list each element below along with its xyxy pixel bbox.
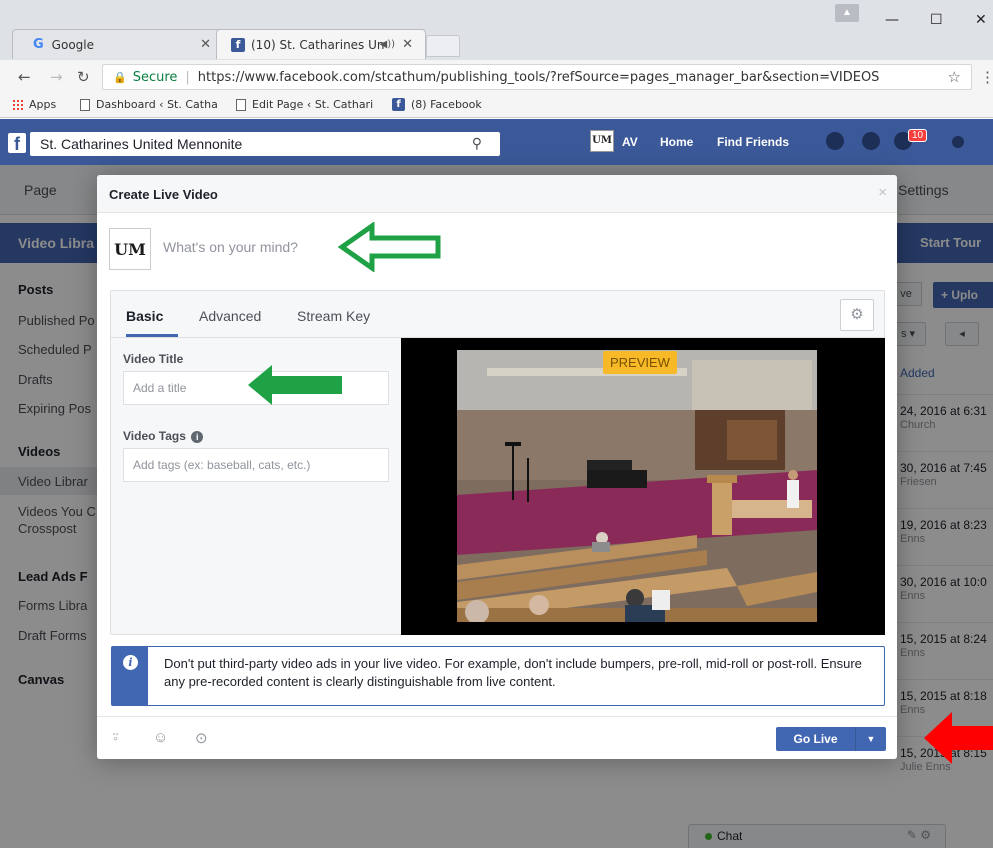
video-tags-label: Video Tags i: [123, 429, 204, 443]
arrow-shape: [338, 222, 441, 272]
dialog-title: Create Live Video: [109, 187, 218, 202]
bookmark-dashboard[interactable]: Dashboard ‹ St. Catha: [80, 98, 218, 111]
page-icon: [236, 98, 246, 111]
close-icon[interactable]: ✕: [402, 37, 413, 52]
bookmark-label: Apps: [29, 98, 57, 111]
avatar-text: UM: [114, 239, 146, 259]
new-tab-button[interactable]: [426, 35, 460, 57]
close-icon[interactable]: ✕: [200, 37, 211, 52]
bookmarks-bar: Apps Dashboard ‹ St. Catha Edit Page ‹ S…: [0, 94, 993, 118]
nav-home[interactable]: Home: [660, 135, 693, 149]
info-icon[interactable]: i: [191, 430, 204, 443]
video-title-label: Video Title: [123, 352, 184, 366]
forward-arrow-icon[interactable]: →: [50, 68, 63, 86]
secure-label: Secure: [132, 69, 178, 85]
nav-find-friends[interactable]: Find Friends: [717, 135, 789, 149]
bookmark-apps[interactable]: Apps: [12, 98, 56, 111]
tab-google[interactable]: G Google ✕: [12, 29, 224, 59]
feeling-smiley-icon[interactable]: ☺: [153, 729, 168, 746]
tab-label: Google: [51, 37, 94, 52]
live-preview: PREVIEW: [401, 338, 885, 635]
video-tags-label-text: Video Tags: [123, 429, 186, 443]
bookmark-label: Dashboard ‹ St. Catha: [96, 98, 218, 111]
facebook-f-icon: f: [392, 98, 405, 111]
nav-profile[interactable]: AV: [622, 135, 638, 149]
green-arrow-annotation-composer: [338, 222, 441, 272]
user-profile-icon[interactable]: ▲: [835, 4, 859, 22]
google-g-icon: G: [33, 37, 44, 52]
messages-icon[interactable]: [862, 132, 880, 150]
red-arrow-annotation-go-live: [924, 712, 993, 764]
bookmark-label: (8) Facebook: [411, 98, 482, 111]
address-bar[interactable]: 🔒 Secure | https://www.facebook.com/stca…: [102, 64, 972, 90]
menu-icon[interactable]: ⋮: [980, 68, 993, 86]
tab-stream-key[interactable]: Stream Key: [297, 308, 370, 324]
live-video-settings-panel: Basic Advanced Stream Key ⚙ Video Title …: [110, 290, 885, 635]
bookmark-star-icon[interactable]: ☆: [948, 68, 961, 86]
facebook-top-bar: f St. Catharines United Mennonite ⚲ UM A…: [0, 119, 993, 165]
facebook-logo-icon[interactable]: f: [8, 133, 26, 154]
status-composer-input[interactable]: What's on your mind?: [163, 239, 298, 255]
tab-label: (10) St. Catharines Un: [251, 37, 385, 52]
tab-basic[interactable]: Basic: [126, 308, 163, 324]
dialog-header: Create Live Video ×: [97, 175, 897, 213]
browser-tab-strip: G Google ✕ f (10) St. Catharines Un ◀)) …: [0, 0, 993, 60]
page-avatar: UM: [109, 228, 151, 270]
go-live-label[interactable]: Go Live: [776, 727, 856, 751]
back-arrow-icon[interactable]: ←: [18, 68, 31, 86]
active-tab-indicator: [126, 334, 178, 337]
bookmark-edit-page[interactable]: Edit Page ‹ St. Cathari: [236, 98, 373, 111]
dialog-footer: ⍤ ☺ ⊙ Go Live ▼: [97, 716, 897, 759]
search-input[interactable]: St. Catharines United Mennonite ⚲: [30, 132, 500, 156]
notice-accent: i: [112, 647, 148, 705]
video-tags-input[interactable]: [123, 448, 389, 482]
notice-text: Don't put third-party video ads in your …: [164, 656, 862, 689]
browser-toolbar: ← → ↻ 🔒 Secure | https://www.facebook.co…: [0, 60, 993, 94]
create-live-video-dialog: Create Live Video × UM What's on your mi…: [97, 175, 897, 759]
friends-icon[interactable]: [826, 132, 844, 150]
gear-icon[interactable]: ⚙: [840, 299, 874, 331]
apps-grid-icon: [12, 98, 24, 111]
tab-facebook[interactable]: f (10) St. Catharines Un ◀)) ✕: [216, 29, 426, 59]
maximize-icon[interactable]: ☐: [930, 12, 943, 28]
url-text: https://www.facebook.com/stcathum/publis…: [197, 69, 880, 85]
bookmark-facebook[interactable]: f (8) Facebook: [392, 98, 482, 111]
church-video-feed: [457, 350, 817, 622]
divider: |: [185, 69, 190, 85]
minimize-icon[interactable]: —: [885, 12, 899, 28]
tab-advanced[interactable]: Advanced: [199, 308, 261, 324]
location-pin-icon[interactable]: ⊙: [195, 729, 208, 747]
facebook-f-icon: f: [231, 37, 245, 52]
privacy-lock-icon[interactable]: [952, 136, 964, 148]
ad-policy-notice: i Don't put third-party video ads in you…: [111, 646, 885, 706]
info-icon: i: [123, 655, 138, 670]
green-arrow-annotation-title: [248, 365, 342, 405]
tag-people-icon[interactable]: ⍤: [111, 729, 120, 746]
settings-tabs: Basic Advanced Stream Key ⚙: [111, 291, 884, 338]
page-icon: [80, 98, 90, 111]
bookmark-label: Edit Page ‹ St. Cathari: [252, 98, 374, 111]
notification-count-badge: 10: [908, 129, 928, 142]
page-avatar[interactable]: UM: [590, 130, 614, 152]
close-icon[interactable]: ×: [878, 184, 887, 201]
arrow-shape: [248, 365, 342, 405]
lock-icon: 🔒: [113, 70, 127, 84]
speaker-icon[interactable]: ◀)): [380, 39, 396, 50]
window-close-icon[interactable]: ✕: [975, 12, 987, 28]
reload-icon[interactable]: ↻: [77, 68, 90, 86]
arrow-shape: [924, 712, 993, 764]
chevron-down-icon[interactable]: ▼: [856, 727, 886, 751]
go-live-button[interactable]: Go Live ▼: [776, 727, 886, 751]
search-icon[interactable]: ⚲: [472, 135, 482, 152]
preview-badge: PREVIEW: [603, 351, 677, 374]
search-value: St. Catharines United Mennonite: [40, 136, 243, 152]
